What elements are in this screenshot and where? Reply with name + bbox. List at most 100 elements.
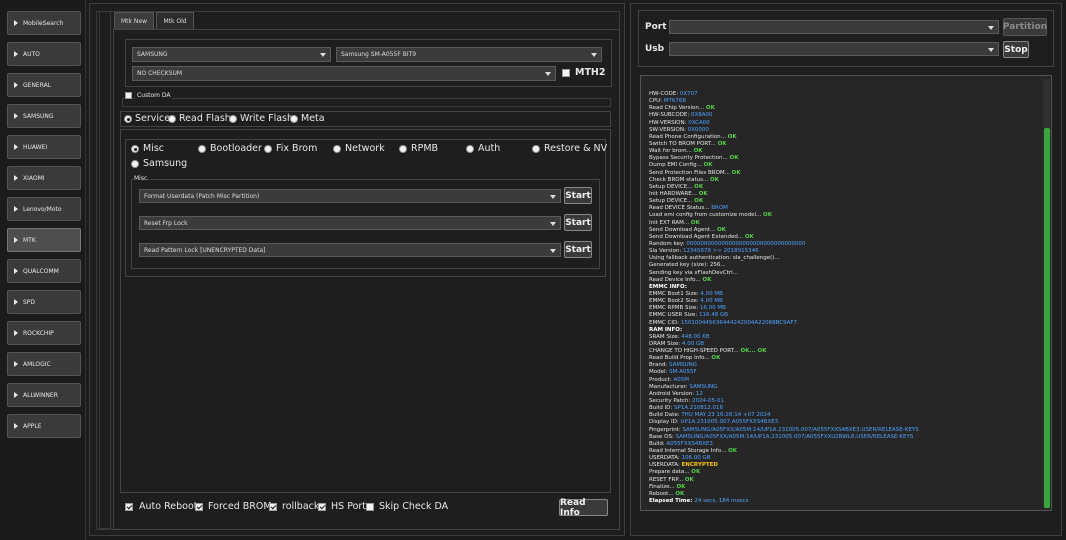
custom-da-checkbox[interactable]	[125, 92, 132, 99]
log-value: OK	[716, 226, 726, 233]
usb-select[interactable]	[669, 42, 999, 56]
misc-op-select[interactable]: Read Pattern Lock [UNENCRYPTED Data]	[139, 243, 561, 257]
log-line: HW-VERSION: 0XCA00	[649, 120, 1039, 127]
port-select[interactable]	[669, 20, 999, 34]
log-value: OK... OK	[740, 348, 767, 355]
skip-check-da-checkbox[interactable]	[366, 503, 374, 511]
start-read-pattern-button[interactable]: Start	[564, 241, 592, 258]
misc-op-value: Reset Frp Lock	[144, 219, 188, 227]
partition-button[interactable]: Partition	[1003, 18, 1047, 36]
log-value: 0X707	[679, 91, 698, 97]
stop-button[interactable]: Stop	[1003, 41, 1029, 58]
caret-right-icon	[14, 423, 18, 429]
sidebar-item-mobilesearch[interactable]: MobileSearch	[7, 11, 81, 35]
category-network-radio[interactable]	[333, 145, 341, 153]
log-value: OK	[709, 176, 719, 183]
skip-check-da-label: Skip Check DA	[379, 501, 449, 512]
log-line: Prepare data... OK	[649, 469, 1039, 476]
log-value: BROM	[711, 205, 728, 212]
sidebar-item-samsung[interactable]: SAMSUNG	[7, 104, 81, 128]
log-key: Prepare data...	[649, 469, 692, 476]
sidebar-item-mtk[interactable]: MTK	[7, 228, 81, 252]
mth2-checkbox[interactable]	[562, 69, 570, 77]
log-line: Read Internal Storage Info... OK	[649, 448, 1039, 455]
tab-mtk-new[interactable]: Mtk New	[114, 12, 154, 29]
log-key: Generated key (size): 256...	[649, 262, 726, 269]
checksum-select[interactable]: NO CHECKSUM	[132, 66, 556, 81]
auto-reboot-checkbox[interactable]	[125, 503, 133, 511]
log-line: Sla Version: 12345678 >> 2018915346	[649, 248, 1039, 255]
model-select[interactable]: Samsung SM-A055F BIT9	[336, 47, 602, 62]
sidebar-item-amlogic[interactable]: AMLOGIC	[7, 352, 81, 376]
log-scrollbar-thumb[interactable]	[1044, 128, 1050, 508]
log-value: OK	[705, 105, 715, 112]
sidebar-item-xiaomi[interactable]: XIAOMI	[7, 166, 81, 190]
sidebar-item-label: MobileSearch	[23, 19, 64, 27]
log-line: Display ID: UP1A.231005.007.A055FXXS4BXE…	[649, 419, 1039, 426]
rollback-checkbox[interactable]	[269, 503, 277, 511]
log-line: USERDATA: 106.00 GB	[649, 455, 1039, 462]
log-line: Brand: SAMSUNG	[649, 362, 1039, 369]
log-value: 12345678 >> 2018915346	[682, 248, 759, 255]
log-line: Send Download Agent... OK	[649, 227, 1039, 234]
sidebar-item-lenovo-moto[interactable]: Lenovo/Moto	[7, 197, 81, 221]
tab-mtk-old[interactable]: Mtk Old	[156, 12, 194, 29]
mode-service-radio[interactable]	[124, 115, 132, 123]
log-line: Read Phone Configuration... OK	[649, 134, 1039, 141]
sidebar-item-label: SAMSUNG	[23, 112, 54, 120]
category-rpmb-radio[interactable]	[399, 145, 407, 153]
category-fix-brom-label: Fix Brom	[276, 143, 318, 154]
log-key: Sla Version:	[649, 248, 683, 255]
log-value: 0XCA00	[688, 119, 710, 126]
category-auth-radio[interactable]	[466, 145, 474, 153]
checksum-select-value: NO CHECKSUM	[137, 70, 183, 77]
sidebar-item-huawei[interactable]: HUAWEI	[7, 135, 81, 159]
start-format-userdata-button[interactable]: Start	[564, 187, 592, 204]
caret-right-icon	[14, 237, 18, 243]
misc-op-select[interactable]: Reset Frp Lock	[139, 216, 561, 230]
log-value: OK	[729, 155, 739, 162]
sidebar-item-apple[interactable]: APPLE	[7, 414, 81, 438]
log-value: 448.00 KB	[681, 333, 710, 340]
log-key: Send Protection Files BROM...	[649, 169, 732, 176]
log-key: Read Phone Configuration...	[649, 133, 728, 140]
sidebar-item-qualcomm[interactable]: QUALCOMM	[7, 259, 81, 283]
sidebar-item-label: ROCKCHIP	[23, 329, 54, 337]
log-key: Random key:	[649, 240, 687, 247]
mode-meta-radio[interactable]	[290, 115, 298, 123]
mode-read-flash-radio[interactable]	[168, 115, 176, 123]
read-info-button[interactable]: Read Info	[559, 498, 608, 518]
sidebar-item-auto[interactable]: AUTO	[7, 42, 81, 66]
category-fix-brom-radio[interactable]	[264, 145, 272, 153]
sidebar-item-general[interactable]: GENERAL	[7, 73, 81, 97]
log-value: 4.00 MB	[700, 290, 723, 297]
log-key: Base OS:	[649, 433, 676, 440]
log-value: SAMSUNG/A05FXX/A05M:14/UP1A.231005.007/A…	[682, 426, 919, 433]
log-key: Brand:	[649, 362, 669, 369]
log-line: Read Device Info... OK	[649, 277, 1039, 284]
start-reset-frp-button[interactable]: Start	[564, 214, 592, 231]
sidebar-item-allwinner[interactable]: ALLWINNER	[7, 383, 81, 407]
port-group	[638, 10, 1054, 67]
log-key: HW-VERSION:	[649, 119, 689, 126]
misc-op-select[interactable]: Format Userdata (Patch Misc Partition)	[139, 189, 561, 203]
category-bootloader-radio[interactable]	[198, 145, 206, 153]
log-key: EMMC Boot2 Size:	[649, 298, 701, 305]
mode-write-flash-radio[interactable]	[229, 115, 237, 123]
mode-read-flash-label: Read Flash	[179, 113, 231, 124]
category-samsung-radio[interactable]	[131, 160, 139, 168]
log-line: EMMC CID: 150100445636444242004A22068BC9…	[649, 320, 1039, 327]
brand-select[interactable]: SAMSUNG	[132, 47, 331, 62]
category-misc-radio[interactable]	[131, 145, 139, 153]
hs-port-label: HS Port	[331, 501, 367, 512]
forced-brom-label: Forced BROM	[208, 501, 272, 512]
log-key: Read Build Prop Info...	[649, 355, 712, 362]
sidebar-item-label: GENERAL	[23, 81, 52, 89]
forced-brom-checkbox[interactable]	[195, 503, 203, 511]
log-key: Send Download Agent Extended...	[649, 233, 745, 240]
category-restore-nv-radio[interactable]	[532, 145, 540, 153]
sidebar-item-spd[interactable]: SPD	[7, 290, 81, 314]
log-value: OK	[703, 162, 713, 169]
hs-port-checkbox[interactable]	[318, 503, 326, 511]
sidebar-item-rockchip[interactable]: ROCKCHIP	[7, 321, 81, 345]
